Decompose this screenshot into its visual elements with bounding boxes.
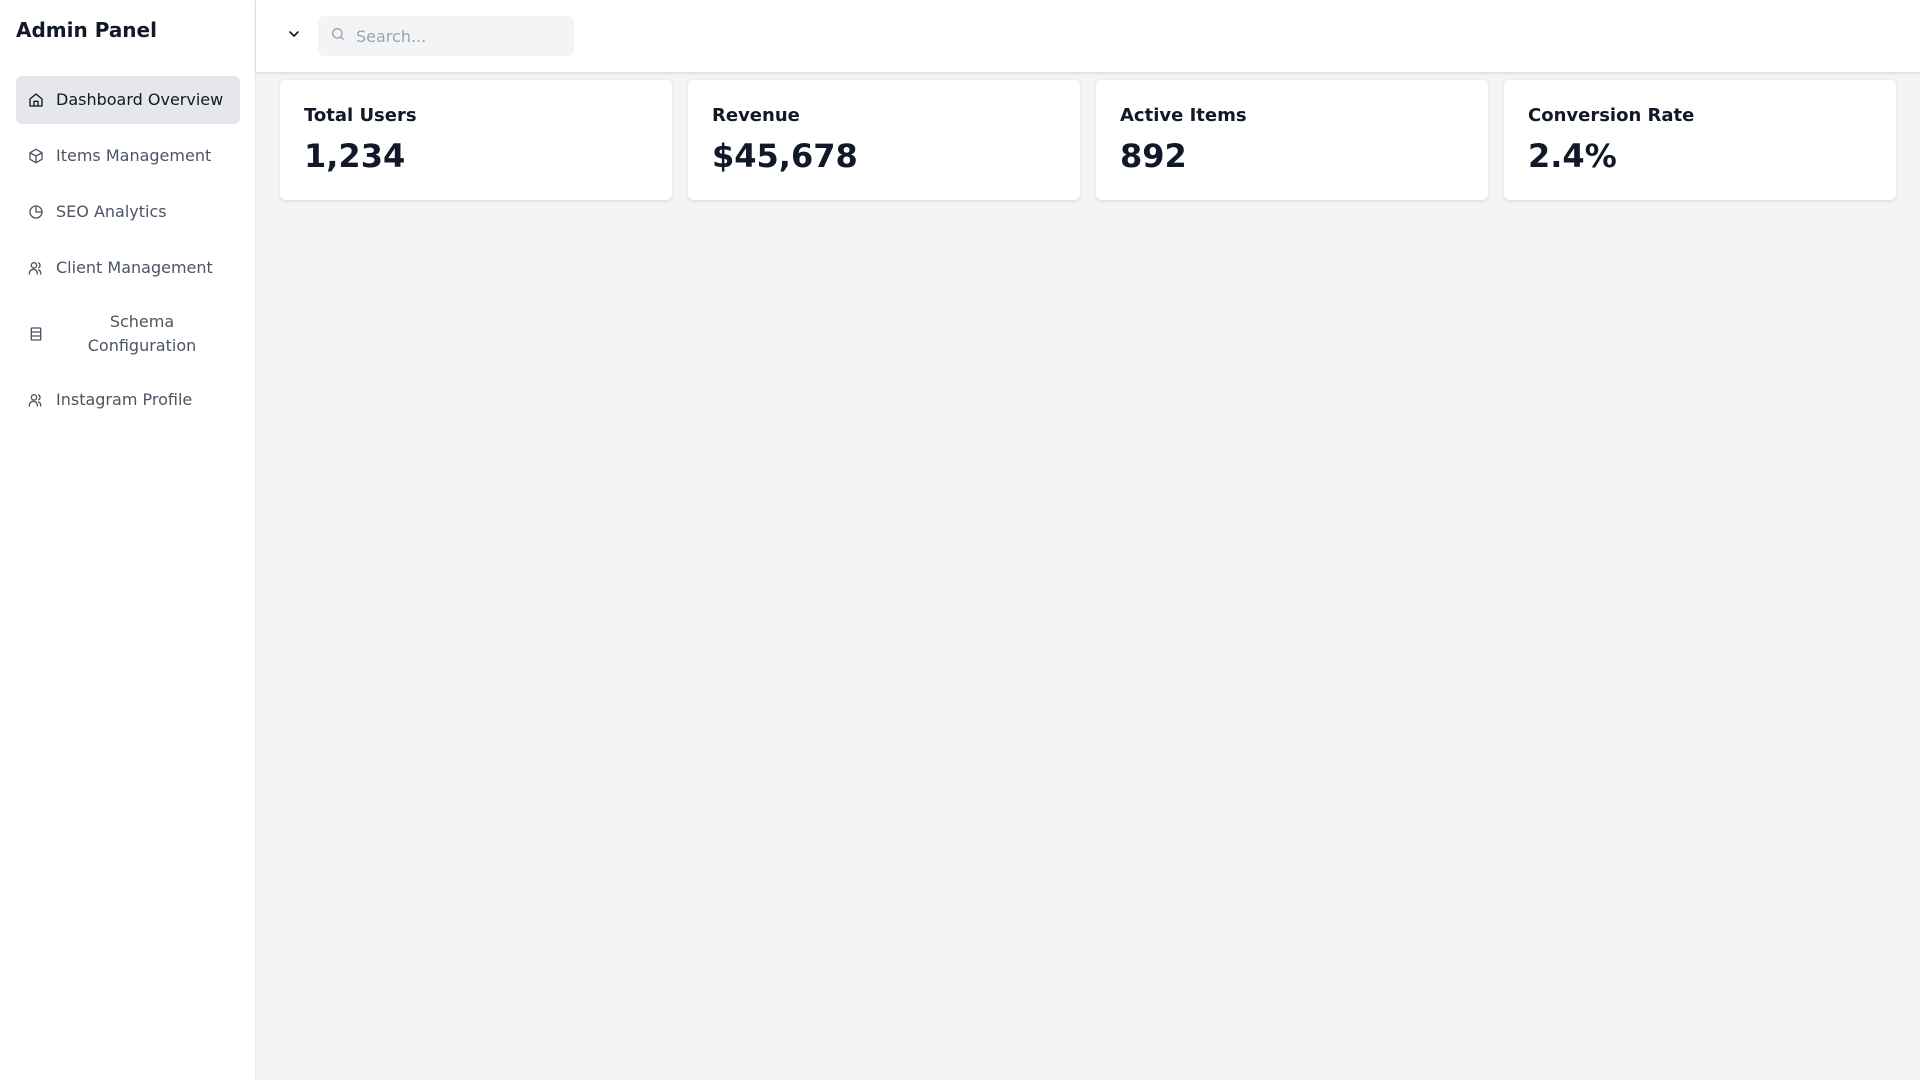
stat-card-revenue: Revenue $45,678 <box>688 80 1080 200</box>
stats-cards: Total Users 1,234 Revenue $45,678 Active… <box>280 80 1896 200</box>
sidebar-item-label: Dashboard Overview <box>56 90 224 109</box>
sidebar-toggle-button[interactable] <box>280 22 308 50</box>
pie-chart-icon <box>28 204 44 220</box>
home-icon <box>28 92 44 108</box>
app-title: Admin Panel <box>16 18 157 42</box>
users-icon <box>28 392 44 408</box>
chevron-down-icon <box>286 26 302 46</box>
stat-card-total-users: Total Users 1,234 <box>280 80 672 200</box>
table-icon <box>28 326 44 342</box>
sidebar-item-instagram-profile[interactable]: Instagram Profile <box>16 376 240 424</box>
users-icon <box>28 260 44 276</box>
stat-card-value: 892 <box>1120 137 1187 175</box>
search-input[interactable] <box>356 26 556 46</box>
sidebar-item-label: Client Management <box>56 258 213 277</box>
stat-card-conversion-rate: Conversion Rate 2.4% <box>1504 80 1896 200</box>
sidebar-item-seo-analytics[interactable]: SEO Analytics <box>16 188 240 236</box>
top-bar <box>256 0 1920 72</box>
sidebar-item-schema-configuration[interactable]: Schema Configuration <box>16 300 240 368</box>
sidebar-item-label: SEO Analytics <box>56 202 167 221</box>
search-box[interactable] <box>318 16 574 56</box>
sidebar-item-items-management[interactable]: Items Management <box>16 132 240 180</box>
sidebar-item-label: Schema Configuration <box>87 312 197 355</box>
sidebar-item-label: Items Management <box>56 146 212 165</box>
stat-card-value: 2.4% <box>1528 137 1617 175</box>
sidebar-nav: Dashboard Overview Items Management SEO … <box>16 76 240 424</box>
stat-card-title: Conversion Rate <box>1528 105 1695 126</box>
sidebar: Admin Panel Dashboard Overview Items Man… <box>0 0 256 1080</box>
stat-card-value: $45,678 <box>712 137 858 175</box>
stat-card-value: 1,234 <box>304 137 406 175</box>
stat-card-title: Active Items <box>1120 105 1247 126</box>
sidebar-item-label: Instagram Profile <box>56 390 193 409</box>
stat-card-active-items: Active Items 892 <box>1096 80 1488 200</box>
stat-card-title: Total Users <box>304 105 417 126</box>
search-icon <box>330 26 346 46</box>
sidebar-item-dashboard-overview[interactable]: Dashboard Overview <box>16 76 240 124</box>
stat-card-title: Revenue <box>712 105 800 126</box>
package-icon <box>28 148 44 164</box>
sidebar-item-client-management[interactable]: Client Management <box>16 244 240 292</box>
